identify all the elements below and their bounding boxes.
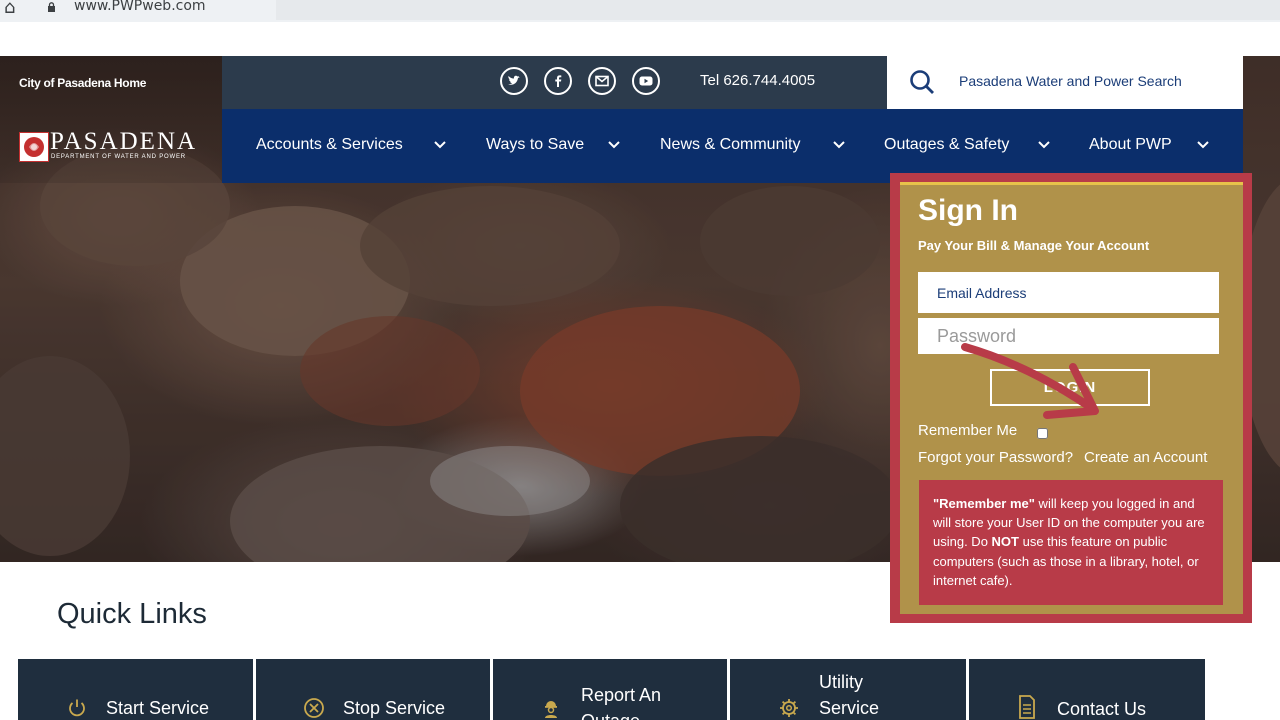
rose-logo-icon[interactable] (19, 132, 49, 162)
forgot-password-link[interactable]: Forgot your Password? (918, 449, 1073, 466)
tile-label: Stop Service (343, 698, 446, 718)
annotation-arrow-icon (961, 343, 1099, 419)
logo-name[interactable]: PASADENA (50, 128, 197, 156)
home-icon[interactable]: ⌂ (4, 0, 15, 18)
close-circle-icon (304, 698, 324, 718)
signin-title: Sign In (918, 194, 1018, 227)
nav-accounts-services[interactable]: Accounts & Services (256, 136, 403, 154)
nav-outages-safety[interactable]: Outages & Safety (884, 136, 1009, 154)
chevron-down-icon[interactable] (434, 141, 446, 149)
chevron-down-icon[interactable] (608, 141, 620, 149)
nav-ways-to-save[interactable]: Ways to Save (486, 136, 584, 154)
email-field[interactable] (918, 272, 1219, 313)
lock-icon (48, 2, 55, 12)
telephone-number[interactable]: Tel 626.744.4005 (700, 72, 815, 89)
chevron-down-icon[interactable] (1038, 141, 1050, 149)
document-icon (1019, 695, 1035, 719)
tile-contact-us[interactable]: Contact Us (969, 659, 1205, 720)
tile-report-outage[interactable]: Report An Outage (493, 659, 727, 720)
browser-url[interactable]: www.PWPweb.com (74, 0, 206, 14)
notice-emphasis: NOT (991, 534, 1019, 550)
gear-icon (780, 699, 798, 717)
tile-label: Contact Us (1057, 699, 1147, 719)
logo-subtitle: DEPARTMENT OF WATER AND POWER (51, 154, 186, 160)
tile-label: Start Service (106, 698, 210, 718)
facebook-icon[interactable] (544, 67, 572, 95)
tile-stop-service[interactable]: Stop Service (256, 659, 490, 720)
search-label[interactable]: Pasadena Water and Power Search (959, 73, 1182, 89)
email-icon[interactable] (588, 67, 616, 95)
search-icon[interactable] (908, 68, 936, 96)
chevron-down-icon[interactable] (833, 141, 845, 149)
remember-me-checkbox[interactable] (1037, 428, 1048, 439)
quick-links-title: Quick Links (57, 598, 207, 630)
youtube-icon[interactable] (632, 67, 660, 95)
remember-me-notice: "Remember me" will keep you logged in an… (919, 480, 1223, 605)
city-home-link[interactable]: City of Pasadena Home (19, 76, 146, 90)
signin-subtitle: Pay Your Bill & Manage Your Account (918, 238, 1150, 253)
create-account-link[interactable]: Create an Account (1084, 449, 1207, 466)
worker-icon (545, 701, 557, 718)
tile-label: Report An Outage (581, 685, 662, 720)
power-icon (69, 699, 85, 717)
notice-lead: "Remember me" (933, 496, 1035, 511)
nav-about-pwp[interactable]: About PWP (1089, 136, 1172, 154)
tile-label: Utility Service (819, 672, 880, 718)
tile-utility-service[interactable]: Utility Service (730, 659, 966, 720)
nav-news-community[interactable]: News & Community (660, 136, 800, 154)
tile-start-service[interactable]: Start Service (18, 659, 253, 720)
twitter-icon[interactable] (500, 67, 528, 95)
chevron-down-icon[interactable] (1197, 141, 1209, 149)
browser-toolbar-area (276, 0, 1280, 20)
